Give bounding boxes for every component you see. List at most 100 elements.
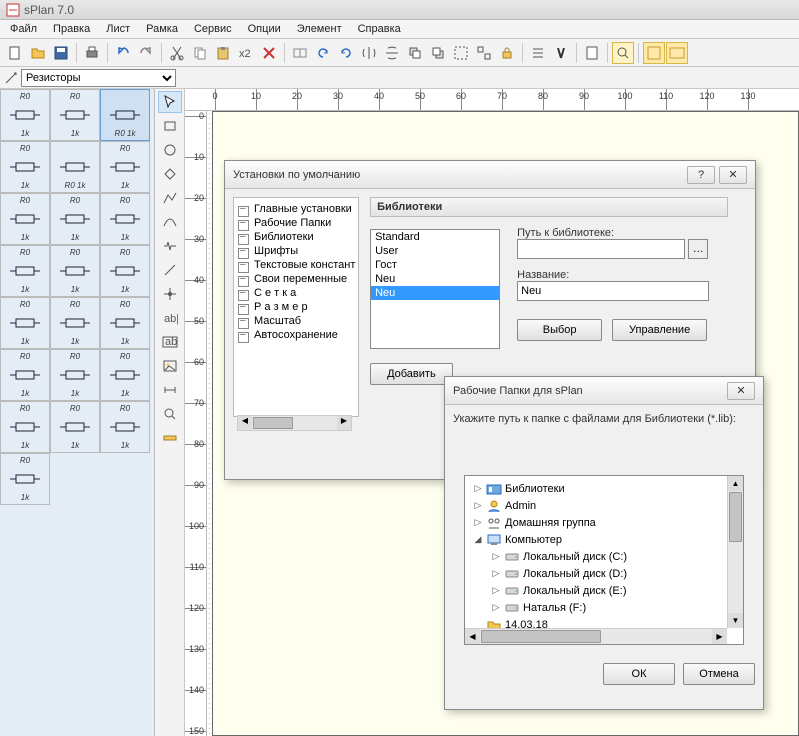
palette-item[interactable]: R01k	[50, 245, 100, 297]
folder-row[interactable]: ◢Компьютер	[469, 531, 723, 548]
node-tool-icon[interactable]	[158, 283, 182, 305]
library-combo[interactable]: Резисторы	[21, 69, 176, 87]
dimension-tool-icon[interactable]	[158, 379, 182, 401]
tree-node[interactable]: Р а з м е р	[236, 300, 356, 314]
copy-icon[interactable]	[189, 42, 211, 64]
help-button[interactable]: ?	[687, 166, 715, 184]
list-item[interactable]: Neu	[371, 286, 499, 300]
measure-tool-icon[interactable]	[158, 427, 182, 449]
image-tool-icon[interactable]	[158, 355, 182, 377]
poly-tool-icon[interactable]	[158, 163, 182, 185]
palette-item[interactable]: R01k	[50, 193, 100, 245]
vertical-scrollbar[interactable]: ▲▼	[727, 476, 743, 628]
cut-icon[interactable]	[166, 42, 188, 64]
delete-icon[interactable]	[258, 42, 280, 64]
palette-item[interactable]: R01k	[0, 141, 50, 193]
tree-node[interactable]: Текстовые констант	[236, 258, 356, 272]
special-tool-icon[interactable]	[158, 235, 182, 257]
name-input[interactable]	[517, 281, 709, 301]
open-file-icon[interactable]	[27, 42, 49, 64]
flip-v-icon[interactable]	[381, 42, 403, 64]
palette-item[interactable]: R01k	[50, 89, 100, 141]
folder-row[interactable]: ▷Локальный диск (D:)	[469, 565, 723, 582]
add-button[interactable]: Добавить	[370, 363, 453, 385]
tree-node[interactable]: Масштаб	[236, 314, 356, 328]
ok-button[interactable]: ОК	[603, 663, 675, 685]
palette-item[interactable]: R01k	[0, 349, 50, 401]
tree-node[interactable]: С е т к а	[236, 286, 356, 300]
horizontal-scrollbar[interactable]: ◀▶	[465, 628, 727, 644]
palette-item[interactable]: R0 1k	[50, 141, 100, 193]
defaults-dialog-title[interactable]: Установки по умолчанию ? ✕	[225, 161, 755, 189]
menu-Лист[interactable]: Лист	[98, 21, 138, 37]
palette-item[interactable]: R01k	[100, 297, 150, 349]
tree-node[interactable]: Главные установки	[236, 202, 356, 216]
menu-Файл[interactable]: Файл	[2, 21, 45, 37]
close-button[interactable]: ✕	[727, 382, 755, 400]
folder-row[interactable]: 14.03.18	[469, 616, 723, 628]
cancel-button[interactable]: Отмена	[683, 663, 755, 685]
folder-row[interactable]: ▷Локальный диск (C:)	[469, 548, 723, 565]
undo-icon[interactable]	[112, 42, 134, 64]
folder-row[interactable]: ▷Домашняя группа	[469, 514, 723, 531]
redo-icon[interactable]	[135, 42, 157, 64]
line-tool-icon[interactable]	[158, 259, 182, 281]
close-button[interactable]: ✕	[719, 166, 747, 184]
textbox-tool-icon[interactable]: ab	[158, 331, 182, 353]
palette-item[interactable]: R01k	[0, 401, 50, 453]
paste-icon[interactable]	[212, 42, 234, 64]
group-icon[interactable]	[450, 42, 472, 64]
x2-icon[interactable]: x2	[235, 42, 257, 64]
list-item[interactable]: Standard	[371, 230, 499, 244]
polyline-tool-icon[interactable]	[158, 187, 182, 209]
palette-item[interactable]: R01k	[0, 245, 50, 297]
settings-tree[interactable]: Главные установкиРабочие ПапкиБиблиотеки…	[233, 197, 359, 417]
save-icon[interactable]	[50, 42, 72, 64]
palette-item[interactable]: R01k	[0, 453, 50, 505]
zoom-icon[interactable]	[612, 42, 634, 64]
page-icon[interactable]	[581, 42, 603, 64]
send-back-icon[interactable]	[427, 42, 449, 64]
palette-item[interactable]: R01k	[100, 193, 150, 245]
folder-row[interactable]: ▷Локальный диск (E:)	[469, 582, 723, 599]
menu-Сервис[interactable]: Сервис	[186, 21, 240, 37]
tree-node[interactable]: Свои переменные	[236, 272, 356, 286]
circle-tool-icon[interactable]	[158, 139, 182, 161]
folder-row[interactable]: ▷Admin	[469, 497, 723, 514]
text-tool-icon[interactable]: ab|	[158, 307, 182, 329]
path-input[interactable]	[517, 239, 685, 259]
palette-item[interactable]: R01k	[0, 89, 50, 141]
folder-row[interactable]: ▷Наталья (F:)	[469, 599, 723, 616]
duplicate-icon[interactable]	[289, 42, 311, 64]
palette-item[interactable]: R01k	[50, 401, 100, 453]
palette-item[interactable]: R01k	[50, 297, 100, 349]
rect-tool-icon[interactable]	[158, 115, 182, 137]
find-icon[interactable]	[550, 42, 572, 64]
flip-h-icon[interactable]	[358, 42, 380, 64]
menu-Опции[interactable]: Опции	[240, 21, 289, 37]
new-file-icon[interactable]	[4, 42, 26, 64]
rotate-right-icon[interactable]	[335, 42, 357, 64]
browse-button[interactable]: …	[688, 239, 708, 259]
frame1-icon[interactable]	[643, 42, 665, 64]
folder-row[interactable]: ▷Библиотеки	[469, 480, 723, 497]
lib-settings-icon[interactable]	[4, 71, 18, 85]
list-item[interactable]: Гост	[371, 258, 499, 272]
tree-node[interactable]: Рабочие Папки	[236, 216, 356, 230]
palette-item[interactable]: R01k	[0, 193, 50, 245]
folders-dialog-title[interactable]: Рабочие Папки для sPlan ✕	[445, 377, 763, 405]
palette-item[interactable]: R01k	[100, 245, 150, 297]
list-item[interactable]: User	[371, 244, 499, 258]
palette-item[interactable]: R01k	[100, 141, 150, 193]
folder-tree[interactable]: ▷Библиотеки▷Admin▷Домашняя группа◢Компью…	[464, 475, 744, 645]
choose-button[interactable]: Выбор	[517, 319, 602, 341]
menu-Правка[interactable]: Правка	[45, 21, 98, 37]
palette-item[interactable]: R0 1k	[100, 89, 150, 141]
menu-Рамка[interactable]: Рамка	[138, 21, 186, 37]
print-icon[interactable]	[81, 42, 103, 64]
ungroup-icon[interactable]	[473, 42, 495, 64]
bezier-tool-icon[interactable]	[158, 211, 182, 233]
zoom-tool-icon[interactable]	[158, 403, 182, 425]
list-item[interactable]: Neu	[371, 272, 499, 286]
rotate-left-icon[interactable]	[312, 42, 334, 64]
